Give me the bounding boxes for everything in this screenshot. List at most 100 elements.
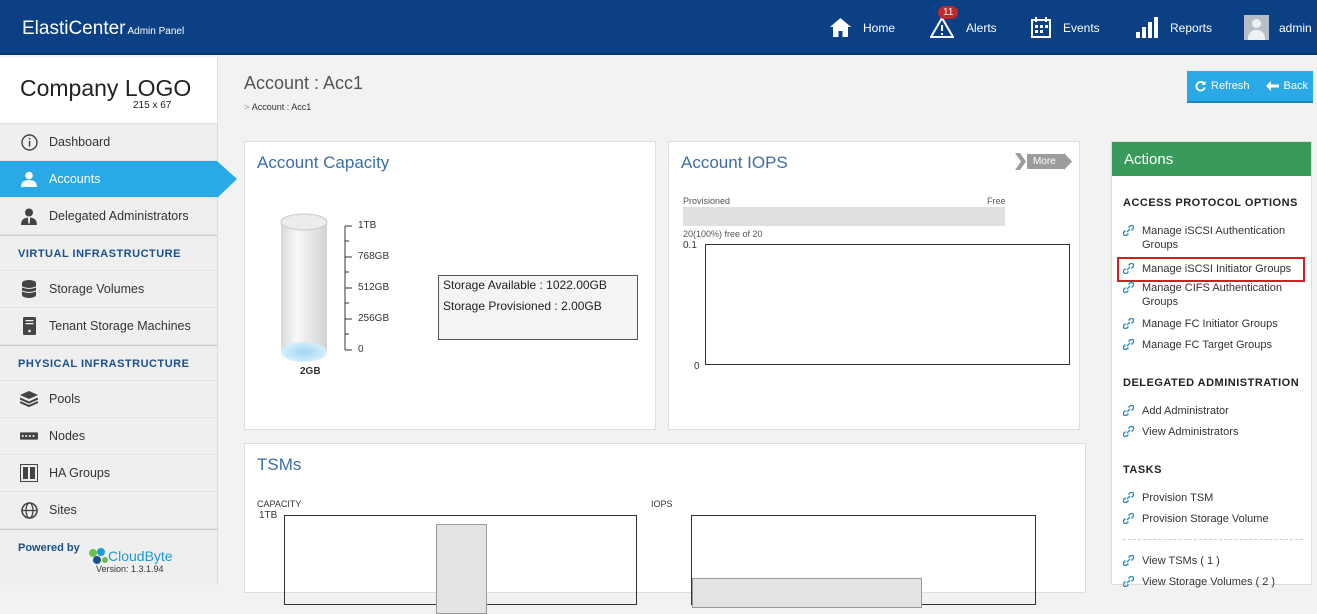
nav-home[interactable]: Home — [830, 0, 895, 55]
nav-reports[interactable]: Reports — [1136, 0, 1212, 55]
server-icon — [20, 317, 38, 335]
sidebar-item-accounts[interactable]: Accounts — [0, 161, 237, 198]
tsm-capacity-bar — [436, 524, 487, 614]
capacity-tick: 1TB — [358, 220, 377, 231]
iops-free-label: Free — [987, 196, 1006, 206]
bar-chart-icon — [1136, 17, 1158, 38]
storage-provisioned: Storage Provisioned : 2.00GB — [443, 299, 602, 313]
logo-size: 215 x 67 — [133, 100, 172, 111]
tsms-panel: TSMs CAPACITY 1TB IOPS — [244, 443, 1086, 614]
link-view-tsms[interactable]: View TSMs ( 1 ) — [1122, 554, 1305, 570]
access-protocol-header: ACCESS PROTOCOL OPTIONS — [1123, 197, 1298, 209]
sidebar-item-delegated-administrators[interactable]: Delegated Administrators — [0, 198, 217, 235]
sidebar-item-tenant-storage-machines[interactable]: Tenant Storage Machines — [0, 308, 217, 345]
info-icon — [20, 133, 38, 151]
link-provision-tsm[interactable]: Provision TSM — [1122, 491, 1305, 507]
refresh-label: Refresh — [1211, 80, 1250, 92]
more-label: More — [1027, 154, 1064, 169]
brand-subtitle: Admin Panel — [127, 26, 185, 37]
sidebar: Company LOGO 215 x 67 Dashboard Accounts … — [0, 57, 237, 585]
iops-y-top: 0.1 — [683, 240, 697, 251]
database-icon — [20, 280, 38, 298]
arrow-left-icon — [1265, 81, 1279, 91]
tsms-title: TSMs — [257, 455, 302, 474]
link-icon — [1122, 262, 1142, 279]
link-manage-iscsi-auth-groups[interactable]: Manage iSCSI Authentication Groups — [1122, 224, 1305, 252]
sidebar-item-label: Dashboard — [49, 135, 111, 149]
actions-title: Actions — [1112, 142, 1311, 176]
sidebar-item-label: Delegated Administrators — [49, 209, 189, 223]
sidebar-item-ha-groups[interactable]: HA Groups — [0, 455, 217, 492]
sidebar-item-dashboard[interactable]: Dashboard — [0, 124, 217, 161]
logo-text: Company LOGO — [20, 75, 192, 101]
account-iops-title: Account IOPS — [681, 153, 788, 172]
action-link-label: Manage FC Target Groups — [1142, 339, 1273, 351]
globe-icon — [20, 501, 38, 519]
page-title: Account : Acc1 — [244, 73, 364, 93]
actions-panel: Actions ACCESS PROTOCOL OPTIONS Manage i… — [1111, 141, 1312, 588]
link-icon — [1122, 404, 1142, 420]
link-manage-fc-target-groups[interactable]: Manage FC Target Groups — [1122, 338, 1305, 354]
user-menu[interactable]: admin — [1244, 0, 1312, 55]
action-link-label: Provision TSM — [1142, 492, 1214, 504]
more-button[interactable]: More — [1015, 153, 1072, 170]
link-manage-iscsi-initiator-groups[interactable]: Manage iSCSI Initiator Groups — [1117, 257, 1305, 282]
nav-events-label: Events — [1063, 20, 1100, 35]
sidebar-item-sites[interactable]: Sites — [0, 492, 217, 529]
link-view-administrators[interactable]: View Administrators — [1122, 425, 1305, 441]
link-icon — [1122, 512, 1142, 528]
nav-reports-label: Reports — [1170, 20, 1213, 35]
action-link-label: Manage FC Initiator Groups — [1142, 318, 1278, 330]
page-action-buttons: Refresh Back — [1187, 71, 1313, 103]
sidebar-section-physical: PHYSICAL INFRASTRUCTURE — [0, 345, 217, 381]
link-provision-storage-volume[interactable]: Provision Storage Volume — [1122, 512, 1305, 528]
user-name: admin — [1279, 20, 1312, 35]
action-link-label: Provision Storage Volume — [1142, 513, 1269, 525]
user-icon — [20, 170, 38, 188]
nav-home-label: Home — [863, 20, 896, 35]
link-icon — [1122, 575, 1142, 591]
sidebar-item-label: Nodes — [49, 429, 86, 443]
sidebar-section-virtual: VIRTUAL INFRASTRUCTURE — [0, 235, 217, 271]
layers-icon — [20, 390, 38, 408]
action-link-label: View TSMs ( 1 ) — [1142, 555, 1220, 567]
nav-events[interactable]: Events — [1031, 0, 1100, 55]
version-label: Version: 1.3.1.94 — [96, 564, 164, 574]
breadcrumb-item[interactable]: Account : Acc1 — [252, 102, 312, 112]
link-add-administrator[interactable]: Add Administrator — [1122, 404, 1305, 420]
back-button[interactable]: Back — [1265, 80, 1308, 92]
link-icon — [1122, 224, 1142, 252]
capacity-tick: 768GB — [358, 251, 390, 262]
link-view-storage-volumes[interactable]: View Storage Volumes ( 2 ) — [1122, 575, 1305, 591]
brand[interactable]: ElastiCenter Admin Panel — [22, 18, 184, 40]
nodes-icon — [20, 427, 38, 445]
link-manage-cifs-auth-groups[interactable]: Manage CIFS Authentication Groups — [1122, 281, 1305, 309]
nav-alerts[interactable]: 11 Alerts — [930, 0, 997, 55]
iops-chart-area — [705, 244, 1070, 365]
sidebar-item-storage-volumes[interactable]: Storage Volumes — [0, 271, 217, 308]
capacity-tick: 256GB — [358, 313, 390, 324]
sidebar-item-label: HA Groups — [49, 466, 111, 480]
sidebar-item-label: Tenant Storage Machines — [49, 319, 191, 333]
sidebar-item-nodes[interactable]: Nodes — [0, 418, 217, 455]
capacity-cylinder-label: 2GB — [300, 366, 321, 377]
capacity-tick: 0 — [358, 344, 364, 355]
sidebar-item-label: Pools — [49, 392, 81, 406]
sidebar-item-label: Storage Volumes — [49, 282, 145, 296]
account-capacity-title: Account Capacity — [257, 153, 390, 172]
action-link-label: View Administrators — [1142, 426, 1239, 438]
action-link-label: Manage CIFS Authentication Groups — [1142, 282, 1283, 308]
iops-usage-bar — [683, 207, 1005, 226]
company-logo[interactable]: Company LOGO 215 x 67 — [0, 57, 217, 124]
action-link-label: Manage iSCSI Authentication Groups — [1142, 225, 1286, 251]
alerts-badge: 11 — [938, 6, 959, 19]
delegated-admin-header: DELEGATED ADMINISTRATION — [1123, 377, 1300, 389]
tsm-iops-label: IOPS — [651, 499, 673, 509]
home-icon — [830, 18, 851, 37]
admin-user-icon — [20, 207, 38, 225]
sidebar-item-pools[interactable]: Pools — [0, 381, 217, 418]
action-link-label: Add Administrator — [1142, 405, 1229, 417]
link-manage-fc-initiator-groups[interactable]: Manage FC Initiator Groups — [1122, 317, 1305, 333]
refresh-button[interactable]: Refresh — [1195, 80, 1250, 92]
iops-y-bottom: 0 — [694, 361, 700, 372]
